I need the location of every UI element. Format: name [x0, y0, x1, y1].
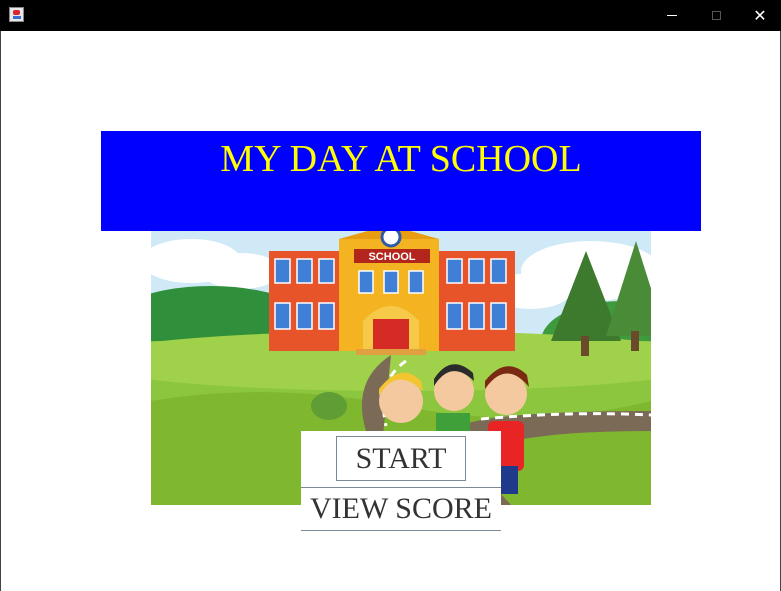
- start-panel: START: [301, 431, 501, 487]
- view-score-button[interactable]: VIEW SCORE: [301, 487, 501, 531]
- close-button[interactable]: ✕: [738, 0, 781, 31]
- maximize-icon: [711, 11, 721, 20]
- minimize-icon: [667, 15, 677, 16]
- java-cup-icon[interactable]: [9, 7, 24, 22]
- start-button[interactable]: START: [336, 436, 466, 481]
- window-titlebar[interactable]: ✕: [0, 0, 781, 31]
- title-banner: MY DAY AT SCHOOL: [101, 131, 701, 231]
- school-sign: SCHOOL: [368, 251, 415, 263]
- close-icon: ✕: [753, 6, 767, 25]
- maximize-button[interactable]: [694, 0, 738, 31]
- minimize-button[interactable]: [650, 0, 694, 31]
- page-title: MY DAY AT SCHOOL: [220, 138, 582, 180]
